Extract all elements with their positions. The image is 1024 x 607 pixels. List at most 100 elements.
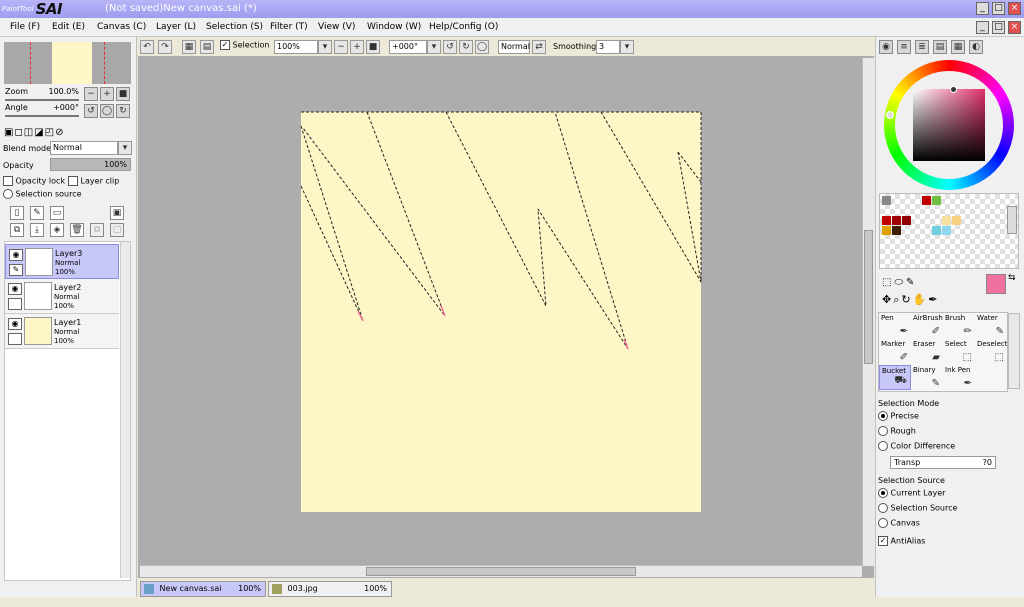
rotate-left-icon[interactable]: ↺: [443, 40, 457, 54]
selection-source-radio[interactable]: [3, 189, 13, 199]
layer-clip-checkbox[interactable]: [68, 176, 78, 186]
swatch-orange[interactable]: [882, 226, 891, 235]
navigator-preview[interactable]: [4, 42, 131, 84]
saturation-value-box[interactable]: [913, 89, 985, 161]
visibility-eye-icon[interactable]: ◉: [8, 318, 22, 330]
canvas-radio[interactable]: [878, 518, 888, 528]
delete-layer-icon[interactable]: 🗑: [70, 223, 84, 237]
swatch-green[interactable]: [932, 196, 941, 205]
swatch-dark-red-3[interactable]: [902, 216, 911, 225]
hue-picker-handle[interactable]: [886, 111, 894, 119]
doc-close-button[interactable]: ×: [1008, 21, 1021, 34]
zoom-slider[interactable]: Zoom 100.0%: [5, 87, 79, 101]
canvas-viewport[interactable]: [138, 56, 874, 578]
antialias-toggle[interactable]: ✓ AntiAlias: [878, 536, 925, 546]
source-selection-source[interactable]: Selection Source: [878, 503, 957, 513]
zoom-dropdown-icon[interactable]: ▾: [318, 40, 332, 54]
rgb-slider-tab-icon[interactable]: ≡: [897, 40, 911, 54]
menu-view[interactable]: View (V): [318, 22, 355, 32]
horizontal-scroll-thumb[interactable]: [366, 567, 636, 576]
opacity-lock-toggle[interactable]: Opacity lock: [3, 176, 65, 186]
smoothing-dropdown-icon[interactable]: ▾: [620, 40, 634, 54]
swatch-light-cyan[interactable]: [942, 226, 951, 235]
visibility-eye-icon[interactable]: ◉: [8, 283, 22, 295]
nav-rotate-right-icon[interactable]: ↻: [116, 104, 130, 118]
horizontal-scrollbar[interactable]: [140, 565, 862, 577]
deselect-icon[interactable]: ▦: [182, 40, 196, 54]
angle-field[interactable]: +000°: [389, 40, 427, 54]
doc-minimize-button[interactable]: _: [976, 21, 989, 34]
layer-row-layer2[interactable]: ◉ Layer2 Normal 100%: [5, 279, 119, 314]
zoom-field[interactable]: 100%: [274, 40, 318, 54]
swatch-brown[interactable]: [892, 226, 901, 235]
new-linework-layer-icon[interactable]: ✎: [30, 206, 44, 220]
zoom-track[interactable]: [5, 99, 79, 101]
visibility-eye-icon[interactable]: ◉: [9, 249, 23, 261]
tool-ink-pen[interactable]: Ink Pen ✒: [943, 365, 975, 390]
swatches-tab-icon[interactable]: ▦: [951, 40, 965, 54]
edit-empty-icon[interactable]: [8, 298, 22, 310]
clear-layer-icon[interactable]: ◈: [50, 223, 64, 237]
selection-source-option-radio[interactable]: [878, 503, 888, 513]
new-folder-icon[interactable]: ▭: [50, 206, 64, 220]
menu-canvas[interactable]: Canvas (C): [97, 22, 146, 32]
menu-filter[interactable]: Filter (T): [270, 22, 308, 32]
redo-icon[interactable]: ↷: [158, 40, 172, 54]
new-layer-icon[interactable]: ▯: [10, 206, 24, 220]
precise-radio[interactable]: [878, 411, 888, 421]
edit-empty-icon[interactable]: [8, 333, 22, 345]
scratchpad-tab-icon[interactable]: ◐: [969, 40, 983, 54]
minimize-button[interactable]: _: [976, 2, 989, 15]
menu-help[interactable]: Help/Config (O): [429, 22, 498, 32]
tool-water[interactable]: Water ✎: [975, 313, 1007, 338]
vertical-scrollbar[interactable]: [862, 58, 874, 566]
maximize-button[interactable]: □: [992, 2, 1005, 15]
move-tool-icons[interactable]: ✥⌕↻✋✒: [882, 293, 940, 307]
tool-airbrush[interactable]: AirBrush ✐: [911, 313, 943, 338]
blend-mode-dropdown-icon[interactable]: ▾: [118, 141, 132, 155]
copy-layer-icon[interactable]: ⧉: [10, 223, 24, 237]
tool-brush[interactable]: Brush ✏: [943, 313, 975, 338]
tool-select[interactable]: Select ⬚: [943, 339, 975, 364]
angle-track[interactable]: [5, 115, 79, 117]
transp-field[interactable]: Transp ?0: [890, 456, 996, 469]
merge-down-icon[interactable]: ⤓: [30, 223, 44, 237]
rough-radio[interactable]: [878, 426, 888, 436]
primary-color-swatch[interactable]: [986, 274, 1006, 294]
gradient-tab-icon[interactable]: ▤: [933, 40, 947, 54]
layer-clip-toggle[interactable]: Layer clip: [68, 176, 119, 186]
swap-colors-icon[interactable]: ⇆: [1008, 273, 1016, 283]
swatch-light-orange[interactable]: [952, 216, 961, 225]
mode-precise[interactable]: Precise: [878, 411, 919, 421]
hsv-slider-tab-icon[interactable]: ≣: [915, 40, 929, 54]
blend-mode-field[interactable]: Normal: [498, 40, 530, 54]
color-difference-radio[interactable]: [878, 441, 888, 451]
tool-binary[interactable]: Binary ✎: [911, 365, 943, 390]
source-current-layer[interactable]: Current Layer: [878, 488, 945, 498]
nav-rotate-reset-icon[interactable]: ◯: [100, 104, 114, 118]
nav-zoom-in-icon[interactable]: +: [100, 87, 114, 101]
layer-mask-icon[interactable]: ▣: [110, 206, 124, 220]
canvas-paper[interactable]: [301, 112, 701, 512]
mode-rough[interactable]: Rough: [878, 426, 916, 436]
selection-source-toggle[interactable]: Selection source: [3, 189, 82, 199]
tab-003-jpg[interactable]: 003.jpg 100%: [268, 581, 392, 597]
mode-color-difference[interactable]: Color Difference: [878, 441, 955, 451]
invert-selection-icon[interactable]: ▤: [200, 40, 214, 54]
vertical-scroll-thumb[interactable]: [864, 230, 873, 364]
angle-slider[interactable]: Angle +000°: [5, 103, 79, 117]
source-canvas[interactable]: Canvas: [878, 518, 920, 528]
swatch-grid[interactable]: [879, 193, 1019, 269]
rotate-right-icon[interactable]: ↻: [459, 40, 473, 54]
layer-effect-icons[interactable]: ▣◻◫◪◰⊘: [4, 127, 64, 138]
edit-pen-icon[interactable]: ✎: [9, 264, 23, 276]
zoom-out-icon[interactable]: −: [334, 40, 348, 54]
nav-zoom-out-icon[interactable]: −: [84, 87, 98, 101]
tool-pen[interactable]: Pen ✒: [879, 313, 911, 338]
smoothing-field[interactable]: 3: [596, 40, 620, 54]
swatch-dark-red-2[interactable]: [892, 216, 901, 225]
menu-layer[interactable]: Layer (L): [156, 22, 196, 32]
swatch-red[interactable]: [922, 196, 931, 205]
doc-restore-button[interactable]: □: [992, 21, 1005, 34]
color-picker-handle[interactable]: [950, 86, 957, 93]
